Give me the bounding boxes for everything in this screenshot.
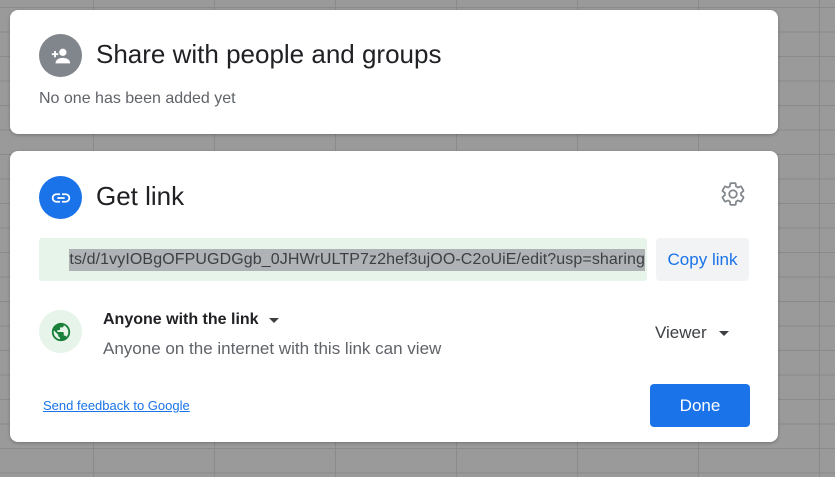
globe-icon — [39, 310, 82, 353]
share-people-card: Share with people and groups No one has … — [10, 10, 778, 134]
get-link-card: Get link ts/d/1vyIOBgOFPUGDGgb_0JHWrULTP… — [10, 151, 778, 442]
role-dropdown[interactable]: Viewer — [655, 323, 729, 343]
share-url-field[interactable]: ts/d/1vyIOBgOFPUGDGgb_0JHWrULTP7z2hef3uj… — [39, 238, 647, 281]
share-url-text[interactable]: ts/d/1vyIOBgOFPUGDGgb_0JHWrULTP7z2hef3uj… — [69, 248, 645, 271]
copy-link-button[interactable]: Copy link — [656, 238, 749, 281]
done-button[interactable]: Done — [650, 384, 750, 427]
role-label: Viewer — [655, 323, 707, 342]
caret-down-icon — [268, 317, 279, 323]
share-title: Share with people and groups — [96, 39, 442, 69]
get-link-title: Get link — [96, 181, 185, 211]
empty-state-text: No one has been added yet — [39, 90, 236, 107]
access-level-dropdown[interactable]: Anyone with the link — [103, 311, 279, 329]
gear-icon[interactable] — [719, 180, 747, 208]
caret-down-icon — [718, 330, 729, 336]
access-description: Anyone on the internet with this link ca… — [103, 339, 442, 358]
send-feedback-link[interactable]: Send feedback to Google — [43, 398, 190, 413]
link-icon — [39, 176, 82, 219]
person-add-icon — [39, 34, 82, 77]
access-level-label: Anyone with the link — [103, 311, 259, 328]
